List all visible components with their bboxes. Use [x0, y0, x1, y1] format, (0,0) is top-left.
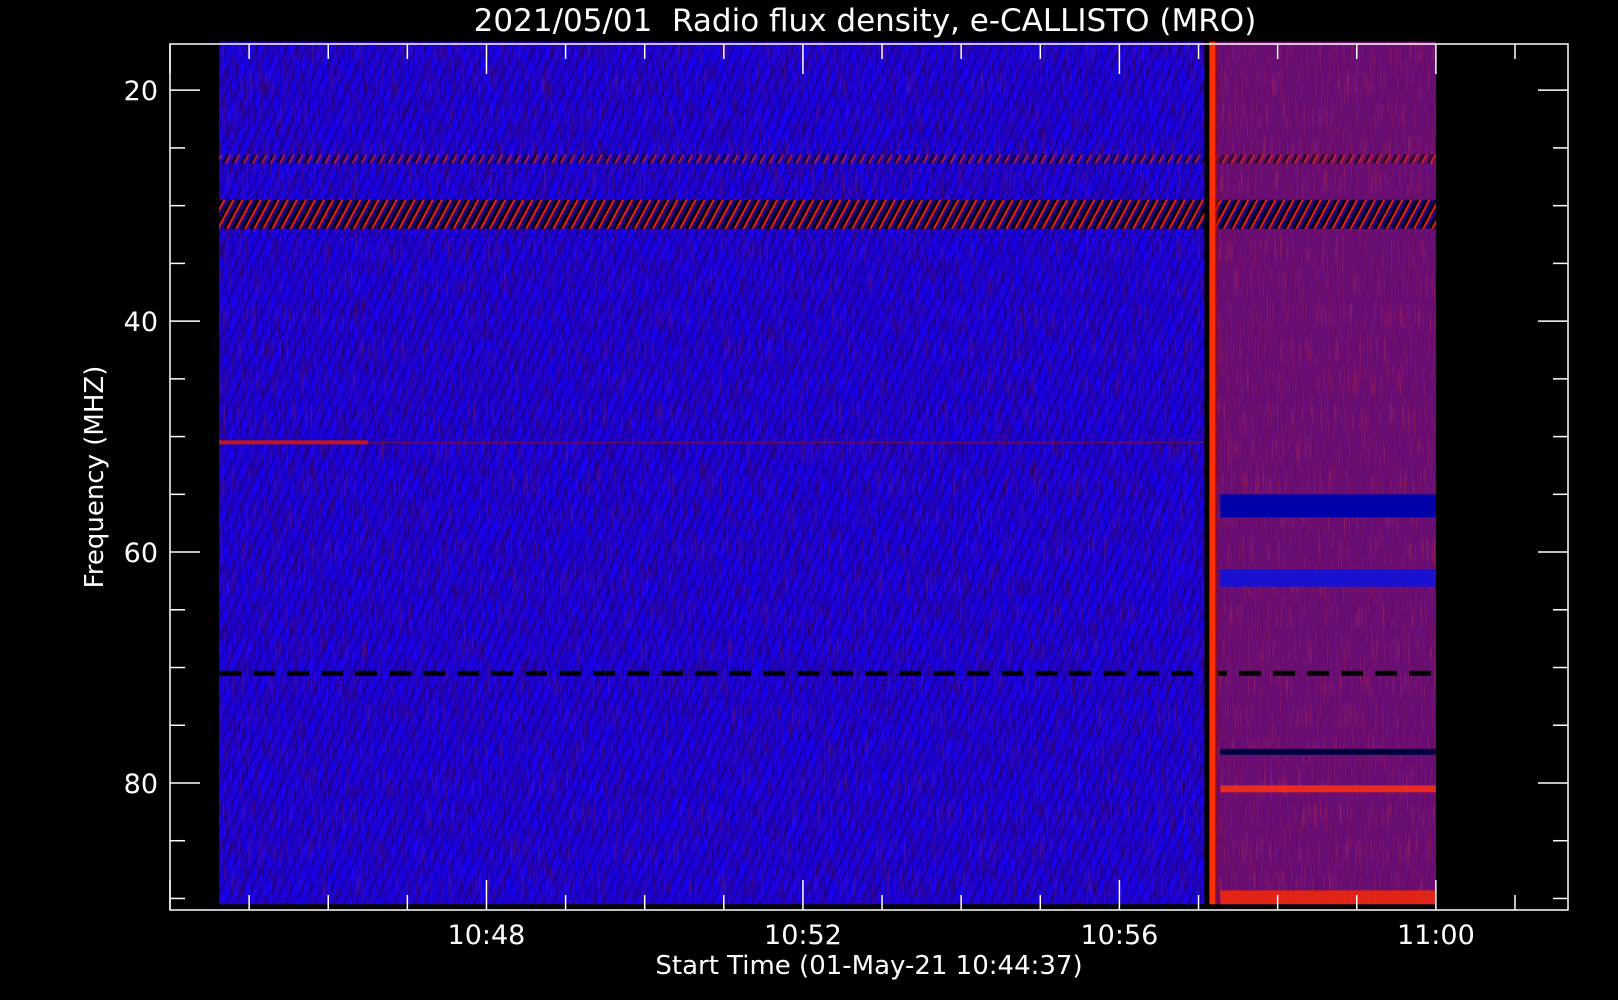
y-tick-label: 20: [124, 76, 158, 107]
post-burst-red-line: [1220, 785, 1436, 793]
y-tick-label: 40: [124, 307, 158, 338]
spectrogram-chart: 2021/05/01 Radio flux density, e-CALLIST…: [80, 3, 1569, 981]
secondary-band: [219, 154, 1436, 164]
chart-title: 2021/05/01 Radio flux density, e-CALLIST…: [474, 3, 1257, 39]
x-tick-label: 10:56: [1080, 920, 1158, 951]
post-burst-bottom-band: [1220, 890, 1436, 905]
x-tick-label: 10:52: [764, 920, 842, 951]
post-burst-dark-band: [1220, 494, 1436, 518]
burst-glow: [1215, 41, 1219, 905]
post-burst-texture: [1218, 41, 1436, 905]
y-tick-label: 60: [124, 538, 158, 569]
spectrogram-image: [219, 41, 1436, 905]
horizontal-line: [367, 441, 1211, 444]
burst-dark-edge: [1204, 41, 1210, 905]
x-tick-label: 11:00: [1397, 920, 1475, 951]
horizontal-line-early: [219, 440, 368, 445]
x-axis-label: Start Time (01-May-21 10:44:37): [655, 951, 1082, 981]
interference-band: [219, 199, 1436, 229]
post-burst-blue-band: [1220, 569, 1436, 587]
post-burst-dark-line: [1220, 748, 1436, 755]
y-tick-label: 80: [124, 769, 158, 800]
x-tick-label: 10:48: [448, 920, 526, 951]
y-axis-label: Frequency (MHZ): [80, 366, 110, 589]
burst-line: [1209, 41, 1216, 905]
